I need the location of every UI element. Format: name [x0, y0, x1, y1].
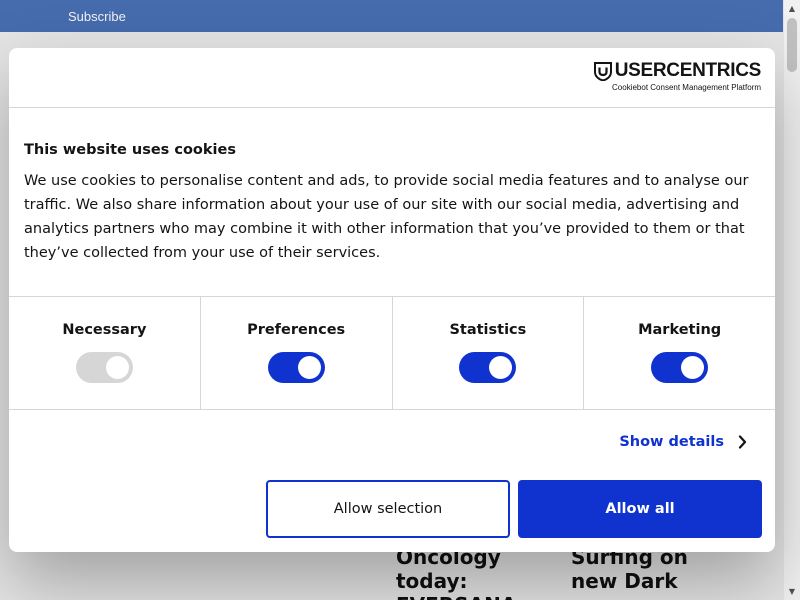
- toggle-knob: [297, 356, 321, 379]
- details-row: Show details: [9, 410, 775, 478]
- allow-all-button[interactable]: Allow all: [518, 480, 762, 538]
- dialog-body: This website uses cookies We use cookies…: [9, 108, 775, 297]
- scroll-down-arrow-icon[interactable]: ▼: [784, 583, 800, 600]
- toggle-preferences[interactable]: [267, 352, 325, 383]
- dialog-description: We use cookies to personalise content an…: [24, 173, 749, 261]
- chevron-right-icon: [738, 435, 747, 449]
- usercentrics-brand[interactable]: USERCENTRICS Cookiebot Consent Managemen…: [593, 60, 762, 92]
- toggle-knob: [681, 356, 705, 379]
- toggle-necessary: [75, 352, 133, 383]
- toggle-knob: [489, 356, 513, 379]
- consent-toggles: Necessary Preferences Statistics Marketi…: [9, 297, 775, 410]
- dialog-title: This website uses cookies: [24, 142, 236, 158]
- shield-logo-icon: [593, 61, 612, 81]
- toggle-label-necessary: Necessary: [62, 322, 147, 338]
- cookie-consent-dialog: USERCENTRICS Cookiebot Consent Managemen…: [9, 48, 775, 552]
- show-details-link[interactable]: Show details: [619, 434, 747, 450]
- dialog-buttons: Allow selection Allow all: [266, 480, 762, 538]
- brand-name: USERCENTRICS: [614, 60, 762, 81]
- dialog-header: USERCENTRICS Cookiebot Consent Managemen…: [9, 48, 775, 108]
- toggle-label-statistics: Statistics: [449, 322, 527, 338]
- toggle-cell-marketing: Marketing: [584, 297, 775, 409]
- toggle-label-marketing: Marketing: [638, 322, 722, 338]
- toggle-statistics[interactable]: [459, 352, 517, 383]
- scroll-thumb[interactable]: [787, 18, 797, 72]
- toggle-label-preferences: Preferences: [247, 322, 346, 338]
- page-scrollbar[interactable]: ▲ ▼: [783, 0, 800, 600]
- show-details-label: Show details: [619, 434, 724, 450]
- toggle-knob: [105, 356, 129, 379]
- brand-subtitle: Cookiebot Consent Management Platform: [612, 83, 761, 92]
- toggle-cell-preferences: Preferences: [201, 297, 393, 409]
- allow-selection-button[interactable]: Allow selection: [266, 480, 510, 538]
- scroll-up-arrow-icon[interactable]: ▲: [784, 0, 800, 17]
- toggle-cell-statistics: Statistics: [393, 297, 585, 409]
- toggle-cell-necessary: Necessary: [9, 297, 201, 409]
- toggle-marketing[interactable]: [651, 352, 709, 383]
